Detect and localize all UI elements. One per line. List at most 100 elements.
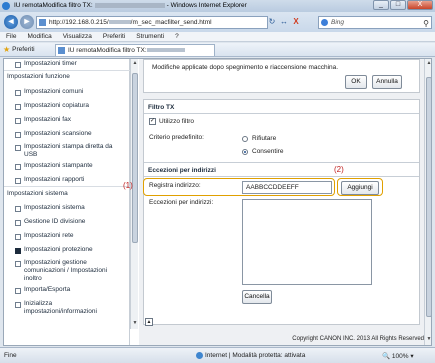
section-divider bbox=[144, 162, 419, 163]
address-input[interactable]: http://192.168.0.215/ /m_sec_macfilter_se… bbox=[36, 16, 268, 29]
tab-page-icon bbox=[58, 47, 65, 54]
callout-2: (2) bbox=[334, 165, 344, 174]
left-scrollbar[interactable]: ▲ ▼ bbox=[130, 59, 138, 329]
page-scrollbar[interactable]: ▲ ▼ bbox=[424, 59, 431, 345]
left-scroll-thumb[interactable] bbox=[132, 73, 138, 243]
scroll-down-icon[interactable]: ▼ bbox=[132, 320, 138, 327]
nav-header-sistema: Impostazioni sistema bbox=[4, 190, 130, 198]
menu-strumenti[interactable]: Strumenti bbox=[130, 32, 169, 41]
zone-indicator[interactable]: Internet | Modalità protetta: attivata bbox=[196, 352, 305, 359]
nav-gestione-comunicazioni[interactable]: Impostazioni gestione comunicazioni / Imp… bbox=[4, 259, 130, 283]
nav-label: Impostazioni protezione bbox=[24, 246, 93, 253]
zone-text: Internet | Modalità protetta: attivata bbox=[205, 352, 306, 360]
settings-panel: Filtro TX ✓ Utilizzo filtro Criterio pre… bbox=[143, 99, 420, 325]
nav-label: Impostazioni funzione bbox=[7, 73, 70, 80]
nav-impostazioni-rapporti[interactable]: Impostazioni rapporti bbox=[4, 176, 130, 184]
zoom-value: 100% bbox=[391, 353, 409, 360]
back-to-top-icon[interactable]: ▲ bbox=[145, 318, 153, 326]
scroll-up-icon[interactable]: ▲ bbox=[132, 60, 138, 67]
nav-label: Importa/Esporta bbox=[24, 286, 71, 293]
nav-importa-esporta[interactable]: Importa/Esporta bbox=[4, 286, 130, 294]
nav-label: Impostazioni sistema bbox=[24, 204, 85, 211]
nav-gestione-id-divisione[interactable]: Gestione ID divisione bbox=[4, 218, 130, 226]
page-scroll-thumb[interactable] bbox=[426, 77, 431, 317]
callout-1: (1) bbox=[123, 181, 133, 190]
nav-label: Impostazioni copiatura bbox=[24, 102, 90, 109]
page-icon bbox=[39, 19, 46, 26]
nav-impostazioni-copiatura[interactable]: Impostazioni copiatura bbox=[4, 102, 130, 110]
nav-impostazioni-sistema[interactable]: Impostazioni sistema bbox=[4, 204, 130, 212]
url-suffix: /m_sec_macfilter_send.html bbox=[130, 19, 212, 26]
favorites-label: Preferiti bbox=[12, 46, 35, 53]
menu-file[interactable]: File bbox=[0, 32, 21, 41]
filter-section-title: Filtro TX bbox=[148, 104, 175, 111]
nav-divider bbox=[4, 186, 130, 187]
use-filter-label: Utilizzo filtro bbox=[159, 118, 195, 125]
nav-impostazioni-scansione[interactable]: Impostazioni scansione bbox=[4, 130, 130, 138]
use-filter-checkbox[interactable]: ✓ bbox=[149, 118, 156, 125]
status-bar: Fine Internet | Modalità protetta: attiv… bbox=[0, 347, 435, 363]
go-icon[interactable]: ↔ bbox=[278, 16, 290, 29]
back-button[interactable]: ◄ bbox=[4, 15, 18, 29]
search-icon[interactable]: ⚲ bbox=[423, 18, 429, 29]
menu-modifica[interactable]: Modifica bbox=[21, 32, 56, 41]
page-scroll-up-icon[interactable]: ▲ bbox=[426, 60, 431, 67]
search-input[interactable]: Bing ⚲ bbox=[318, 16, 432, 29]
tab-title: IU remotaModifica filtro TX: bbox=[68, 47, 147, 54]
refresh-icon[interactable]: ↻ bbox=[266, 16, 278, 29]
page-scroll-down-icon[interactable]: ▼ bbox=[426, 336, 431, 343]
nav-label: Impostazioni gestione bbox=[24, 259, 87, 266]
nav-label-line2: impostazioni/informazioni bbox=[24, 308, 97, 315]
reject-label: Rifiutare bbox=[252, 135, 277, 142]
nav-label: Inizializza bbox=[24, 300, 53, 307]
reject-radio[interactable] bbox=[242, 136, 248, 142]
annulla-button[interactable]: Annulla bbox=[372, 75, 402, 89]
nav-stampa-diretta-usb[interactable]: Impostazioni stampa diretta da USB bbox=[4, 143, 130, 159]
nav-label: Impostazioni sistema bbox=[7, 190, 68, 197]
cancella-button[interactable]: Cancella bbox=[242, 290, 272, 304]
page-tab[interactable]: IU remotaModifica filtro TX: bbox=[55, 44, 215, 56]
ok-button[interactable]: OK bbox=[345, 75, 367, 89]
window-title: IU remotaModifica filtro TX: - Windows In… bbox=[14, 2, 247, 9]
nav-impostazioni-stampante[interactable]: Impostazioni stampante bbox=[4, 162, 130, 170]
allow-radio[interactable] bbox=[242, 149, 248, 155]
nav-impostazioni-rete[interactable]: Impostazioni rete bbox=[4, 232, 130, 240]
menu-help[interactable]: ? bbox=[169, 32, 184, 41]
exceptions-list-label: Eccezioni per indirizzi: bbox=[149, 199, 214, 206]
favorites-bar: ★ Preferiti IU remotaModifica filtro TX: bbox=[0, 43, 435, 57]
nav-impostazioni-fax[interactable]: Impostazioni fax bbox=[4, 116, 130, 124]
nav-impostazioni-timer[interactable]: Impostazioni timer bbox=[4, 60, 130, 68]
exceptions-listbox[interactable] bbox=[242, 199, 372, 285]
globe-icon bbox=[196, 352, 203, 359]
title-bar: IU remotaModifica filtro TX: - Windows In… bbox=[0, 0, 435, 12]
nav-impostazioni-comuni[interactable]: Impostazioni comuni bbox=[4, 88, 130, 96]
highlight-register bbox=[143, 178, 335, 196]
address-row: ◄ ► http://192.168.0.215/ /m_sec_macfilte… bbox=[0, 12, 435, 32]
nav-label: Impostazioni comuni bbox=[24, 88, 84, 95]
close-button[interactable]: X bbox=[407, 0, 433, 10]
url-prefix: http://192.168.0.215/ bbox=[49, 19, 109, 26]
menu-visualizza[interactable]: Visualizza bbox=[57, 32, 97, 41]
star-icon: ★ bbox=[3, 45, 11, 54]
minimize-button[interactable]: _ bbox=[373, 0, 389, 10]
search-placeholder: Bing bbox=[331, 19, 345, 26]
tab-blurred-host bbox=[146, 48, 185, 53]
nav-label: Impostazioni timer bbox=[24, 60, 77, 67]
window-controls: _ □ X bbox=[372, 0, 433, 10]
menu-preferiti[interactable]: Preferiti bbox=[97, 32, 130, 41]
exceptions-section-title: Eccezioni per indirizzi bbox=[148, 167, 216, 174]
maximize-button[interactable]: □ bbox=[390, 0, 406, 10]
default-policy-label: Criterio predefinito: bbox=[149, 134, 204, 141]
ie-icon bbox=[2, 2, 10, 10]
main-panel: Modifiche applicate dopo spegnimento e r… bbox=[123, 59, 424, 345]
nav-inizializza[interactable]: Inizializza impostazioni/informazioni bbox=[4, 300, 130, 316]
address-actions: ↻ ↔ X bbox=[266, 16, 302, 29]
zoom-control[interactable]: 🔍 100% ▾ bbox=[382, 352, 414, 360]
favorites-button[interactable]: ★ Preferiti bbox=[3, 45, 35, 54]
stop-icon[interactable]: X bbox=[290, 16, 302, 29]
allow-label: Consentire bbox=[252, 148, 284, 155]
forward-button[interactable]: ► bbox=[20, 15, 34, 29]
window-title-text: IU remotaModifica filtro TX: bbox=[14, 2, 93, 9]
nav-label: Impostazioni stampante bbox=[24, 162, 93, 169]
nav-impostazioni-protezione[interactable]: Impostazioni protezione bbox=[4, 246, 130, 254]
